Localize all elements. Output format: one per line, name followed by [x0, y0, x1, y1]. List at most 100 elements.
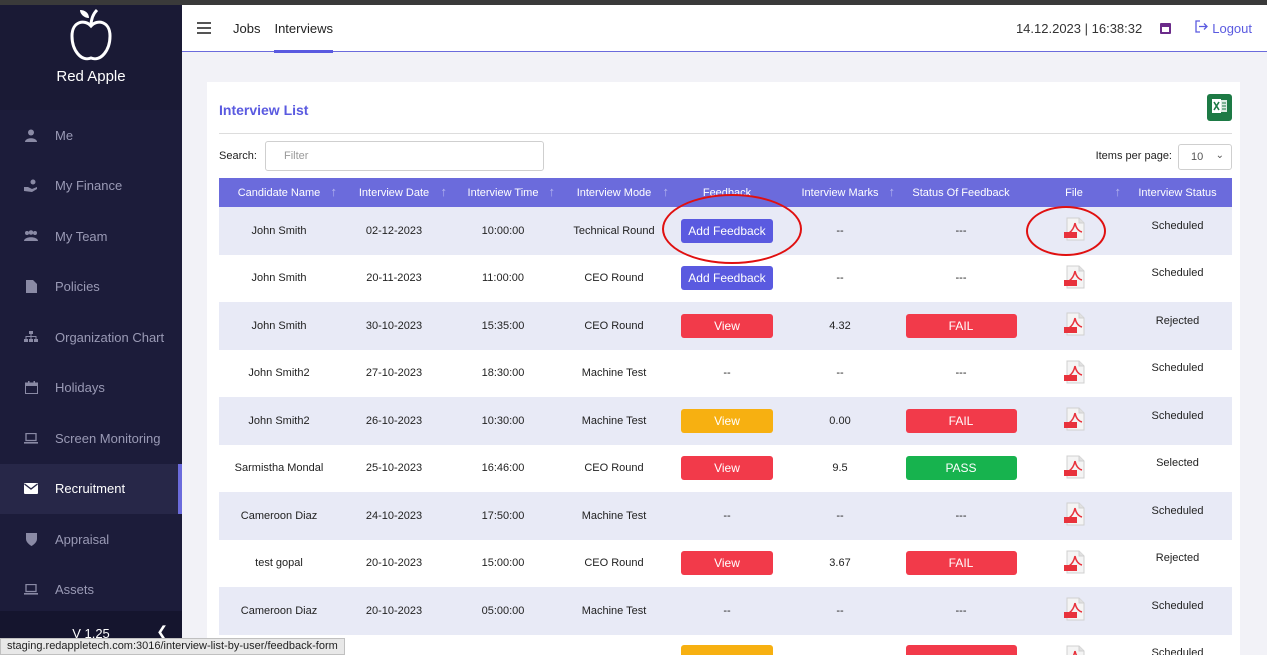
interview-table: Candidate Name ↑ Interview Date ↑ Intervie… [219, 178, 1232, 655]
calendar-icon [24, 381, 38, 395]
current-datetime: 14.12.2023 | 16:38:32 [1015, 20, 1143, 36]
pdf-file-icon[interactable] [1061, 550, 1087, 574]
file-cell [1025, 302, 1123, 350]
sidebar-item-appraisal[interactable]: Appraisal [0, 514, 182, 565]
chevron-down-icon: ⌄ [1215, 150, 1224, 161]
sidebar-item-my-finance[interactable]: My Finance [0, 161, 182, 212]
pdf-file-icon[interactable] [1061, 502, 1087, 526]
status-feedback-cell: FAIL [897, 539, 1025, 587]
feedback-cell [671, 634, 783, 655]
add-feedback-button[interactable]: Add Feedback [681, 266, 773, 291]
header-right: 14.12.2023 | 16:38:32 Logout [1016, 20, 1267, 36]
interview-mode: Machine Test [557, 349, 671, 397]
sidebar-item-me[interactable]: Me [0, 110, 182, 161]
logout-link[interactable]: Logout [1195, 20, 1252, 36]
hamburger-menu-icon[interactable] [197, 22, 211, 34]
table-row: Cameroon Diaz 24-10-2023 17:50:00 Machine T… [219, 492, 1232, 540]
column-header[interactable]: Candidate Name ↑ [219, 178, 339, 207]
feedback-empty: -- [723, 367, 731, 380]
sidebar-item-label: Me [55, 127, 74, 143]
interview-date: 26-10-2023 [339, 397, 449, 445]
hand-money-icon [24, 179, 38, 193]
feedback-empty: -- [723, 604, 731, 617]
sort-arrow-icon: ↑ [662, 184, 670, 199]
sidebar-item-policies[interactable]: Policies [0, 262, 182, 313]
sidebar-item-holidays[interactable]: Holidays [0, 363, 182, 414]
pdf-file-icon[interactable] [1061, 597, 1087, 621]
pdf-file-icon[interactable] [1061, 217, 1087, 241]
pdf-file-icon[interactable] [1061, 360, 1087, 384]
excel-export-button[interactable] [1207, 94, 1232, 121]
document-icon [24, 280, 38, 294]
interview-status-cell: Scheduled [1123, 587, 1232, 635]
sidebar-item-recruitment[interactable]: Recruitment [0, 463, 182, 514]
pdf-file-icon[interactable] [1061, 455, 1087, 479]
feedback-cell: View [671, 539, 783, 587]
items-per-page-label: Items per page: [1095, 150, 1172, 162]
interview-time: 15:00:00 [449, 539, 557, 587]
brand[interactable]: Red Apple [0, 0, 182, 110]
pdf-file-icon[interactable] [1061, 645, 1087, 655]
sidebar-item-my-team[interactable]: My Team [0, 211, 182, 262]
table-row: John Smith2 27-10-2023 18:30:00 Machine Tes… [219, 349, 1232, 397]
column-header[interactable]: File ↑ [1025, 178, 1123, 207]
column-header[interactable]: Interview Time ↑ [449, 178, 557, 207]
sidebar-item-organization-chart[interactable]: Organization Chart [0, 312, 182, 363]
add-feedback-button[interactable]: Add Feedback [681, 218, 773, 243]
view-feedback-button[interactable]: View [681, 408, 773, 433]
sidebar-item-label: Recruitment [55, 481, 126, 497]
view-feedback-button[interactable]: View [681, 456, 773, 481]
pdf-file-icon[interactable] [1061, 265, 1087, 289]
status-feedback-empty: --- [955, 272, 967, 285]
interview-marks: 0.00 [783, 397, 897, 445]
interview-mode: Machine Test [557, 492, 671, 540]
nav-jobs[interactable]: Jobs [233, 5, 260, 52]
sort-arrow-icon: ↑ [1114, 184, 1122, 199]
pdf-file-icon[interactable] [1061, 312, 1087, 336]
table-row: John Smith 20-11-2023 11:00:00 CEO Round Add… [219, 254, 1232, 302]
interview-date: 20-10-2023 [339, 539, 449, 587]
status-feedback-cell: --- [897, 587, 1025, 635]
window-top-strip [0, 0, 1267, 5]
interview-mode: CEO Round [557, 444, 671, 492]
sort-arrow-icon: ↑ [548, 184, 556, 199]
interview-date: 27-10-2023 [339, 349, 449, 397]
column-header[interactable]: Interview Date ↑ [339, 178, 449, 207]
laptop-icon [24, 431, 38, 445]
interview-date: 20-11-2023 [339, 254, 449, 302]
interview-status: Scheduled [1151, 647, 1204, 655]
search-input[interactable] [265, 141, 544, 171]
column-header[interactable]: Interview Status [1123, 178, 1232, 207]
column-header[interactable]: Status Of Feedback [897, 178, 1025, 207]
interview-time: 18:30:00 [449, 349, 557, 397]
search-label: Search: [219, 150, 257, 162]
table-row: Cameroon Diaz 20-10-2023 05:00:00 Machine T… [219, 587, 1232, 635]
interview-mode: CEO Round [557, 539, 671, 587]
view-feedback-button[interactable] [681, 644, 773, 655]
column-header[interactable]: Interview Marks ↑ [783, 178, 897, 207]
interview-mode: CEO Round [557, 302, 671, 350]
pdf-file-icon[interactable] [1061, 407, 1087, 431]
status-badge: FAIL [905, 313, 1017, 338]
nav-interviews[interactable]: Interviews [274, 5, 333, 53]
column-header[interactable]: Feedback [671, 178, 783, 207]
candidate-name: Sarmistha Mondal [219, 444, 339, 492]
view-feedback-button[interactable]: View [681, 313, 773, 338]
logout-label: Logout [1212, 20, 1252, 36]
items-per-page-select[interactable]: 10 ⌄ [1178, 144, 1232, 170]
sidebar-item-screen-monitoring[interactable]: Screen Monitoring [0, 413, 182, 464]
interview-time: 10:00:00 [449, 207, 557, 255]
sidebar-item-label: Organization Chart [55, 329, 165, 345]
calendar-icon[interactable] [1160, 22, 1172, 34]
view-feedback-button[interactable]: View [681, 551, 773, 576]
interview-status-cell: Scheduled [1123, 207, 1232, 255]
interview-status-cell: Selected [1123, 444, 1232, 492]
items-per-page-value: 10 [1191, 151, 1204, 163]
interview-date: 24-10-2023 [339, 492, 449, 540]
table-row: test gopal 20-10-2023 15:00:00 CEO Round Vie… [219, 539, 1232, 587]
column-header[interactable]: Interview Mode ↑ [557, 178, 671, 207]
sidebar-item-assets[interactable]: Assets [0, 565, 182, 616]
file-cell [1025, 634, 1123, 655]
shield-icon [24, 532, 38, 546]
interview-status: Scheduled [1151, 409, 1204, 422]
